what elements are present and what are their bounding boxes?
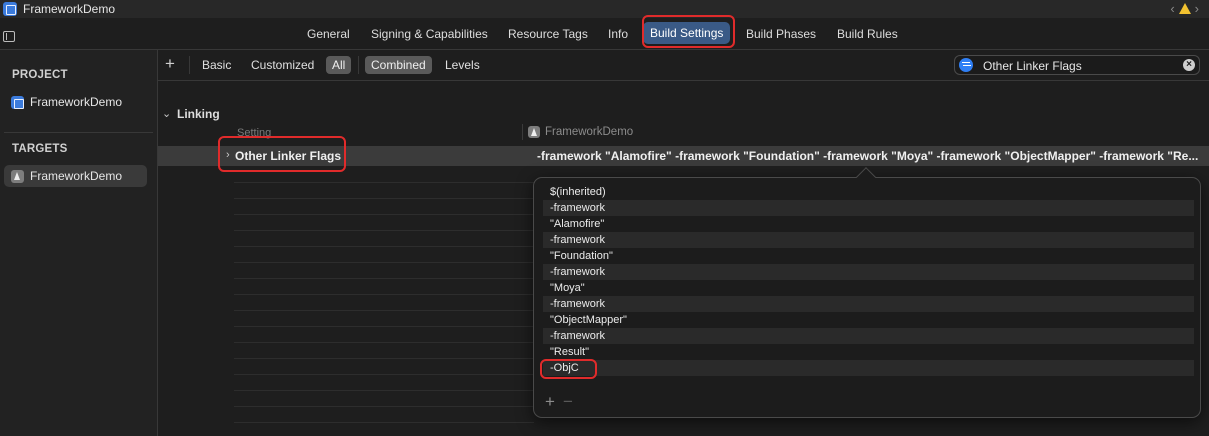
row-divider xyxy=(234,358,534,359)
nav-arrows: ‹ › xyxy=(1170,1,1199,16)
value-editor-popover: $(inherited) -framework "Alamofire" -fra… xyxy=(533,167,1201,418)
column-header-target: FrameworkDemo xyxy=(528,126,633,138)
sidebar-item-label: FrameworkDemo xyxy=(30,95,123,109)
project-section-header: PROJECT xyxy=(12,69,68,81)
tab-resource-tags[interactable]: Resource Tags xyxy=(508,27,588,41)
sidebar-item-target[interactable]: FrameworkDemo xyxy=(4,165,147,187)
targets-section-header: TARGETS xyxy=(12,143,68,155)
search-value: Other Linker Flags xyxy=(983,59,1082,73)
filter-icon xyxy=(959,58,973,72)
sidebar-toggle-icon[interactable] xyxy=(3,31,15,42)
list-item[interactable]: -framework xyxy=(543,264,1194,280)
highlight-build-settings xyxy=(642,15,735,48)
filter-levels[interactable]: Levels xyxy=(439,56,486,74)
row-divider xyxy=(234,326,534,327)
tab-build-rules[interactable]: Build Rules xyxy=(837,27,898,41)
tab-build-phases[interactable]: Build Phases xyxy=(746,27,816,41)
list-item[interactable]: "Foundation" xyxy=(543,248,1194,264)
list-item[interactable]: -framework xyxy=(543,200,1194,216)
back-chevron-icon[interactable]: ‹ xyxy=(1170,1,1174,16)
sidebar-item-project[interactable]: FrameworkDemo xyxy=(4,91,147,113)
row-divider xyxy=(234,294,534,295)
group-title-linking: Linking xyxy=(177,107,220,121)
row-divider xyxy=(234,230,534,231)
row-divider xyxy=(234,390,534,391)
sidebar-item-label: FrameworkDemo xyxy=(30,169,123,183)
project-navigator: PROJECT FrameworkDemo TARGETS FrameworkD… xyxy=(0,50,157,436)
tab-general[interactable]: General xyxy=(307,27,350,41)
filter-all[interactable]: All xyxy=(326,56,352,74)
remove-value-button[interactable]: − xyxy=(563,393,573,410)
list-item[interactable]: -ObjC xyxy=(543,360,1194,376)
chevron-down-icon[interactable]: ⌄ xyxy=(162,107,171,120)
list-item[interactable]: $(inherited) xyxy=(543,184,1194,200)
editor-tab-bar: General Signing & Capabilities Resource … xyxy=(0,22,1209,48)
app-target-icon xyxy=(11,169,24,183)
column-header-target-label: FrameworkDemo xyxy=(545,126,634,138)
warning-icon[interactable] xyxy=(1178,3,1191,14)
title-bar: FrameworkDemo ‹ › xyxy=(0,0,1209,18)
highlight-objc-flag xyxy=(540,359,597,379)
project-icon xyxy=(3,2,17,16)
list-item[interactable]: -framework xyxy=(543,328,1194,344)
row-divider xyxy=(234,246,534,247)
row-divider xyxy=(234,198,534,199)
add-setting-button[interactable]: + xyxy=(165,54,175,74)
row-divider xyxy=(234,278,534,279)
window-title: FrameworkDemo xyxy=(23,2,116,16)
highlight-setting-name xyxy=(218,136,346,172)
build-settings-filter-bar: + Basic Customized All Combined Levels O… xyxy=(158,50,1209,80)
forward-chevron-icon[interactable]: › xyxy=(1195,1,1199,16)
list-item[interactable]: "ObjectMapper" xyxy=(543,312,1194,328)
search-input[interactable]: Other Linker Flags × xyxy=(954,55,1200,75)
list-item[interactable]: -framework xyxy=(543,296,1194,312)
row-divider xyxy=(234,182,534,183)
row-divider xyxy=(234,214,534,215)
tab-info[interactable]: Info xyxy=(608,27,628,41)
row-divider xyxy=(234,310,534,311)
project-icon xyxy=(11,95,24,109)
list-item[interactable]: -framework xyxy=(543,232,1194,248)
app-target-icon xyxy=(528,126,540,138)
clear-search-icon[interactable]: × xyxy=(1183,59,1195,71)
add-value-button[interactable]: + xyxy=(545,393,555,410)
divider xyxy=(158,80,1209,81)
divider xyxy=(4,132,153,133)
setting-value[interactable]: -framework "Alamofire" -framework "Found… xyxy=(537,149,1205,163)
divider xyxy=(189,56,190,74)
popover-footer: + − xyxy=(545,393,573,410)
row-divider xyxy=(234,262,534,263)
row-divider xyxy=(234,406,534,407)
value-list: $(inherited) -framework "Alamofire" -fra… xyxy=(543,184,1194,376)
list-item[interactable]: "Moya" xyxy=(543,280,1194,296)
divider xyxy=(358,56,359,74)
row-divider xyxy=(234,374,534,375)
row-divider xyxy=(234,342,534,343)
row-divider xyxy=(234,422,534,423)
list-item[interactable]: "Result" xyxy=(543,344,1194,360)
filter-combined[interactable]: Combined xyxy=(365,56,432,74)
filter-customized[interactable]: Customized xyxy=(245,56,320,74)
list-item[interactable]: "Alamofire" xyxy=(543,216,1194,232)
tab-signing-capabilities[interactable]: Signing & Capabilities xyxy=(371,27,488,41)
column-separator xyxy=(522,124,523,140)
filter-basic[interactable]: Basic xyxy=(196,56,237,74)
